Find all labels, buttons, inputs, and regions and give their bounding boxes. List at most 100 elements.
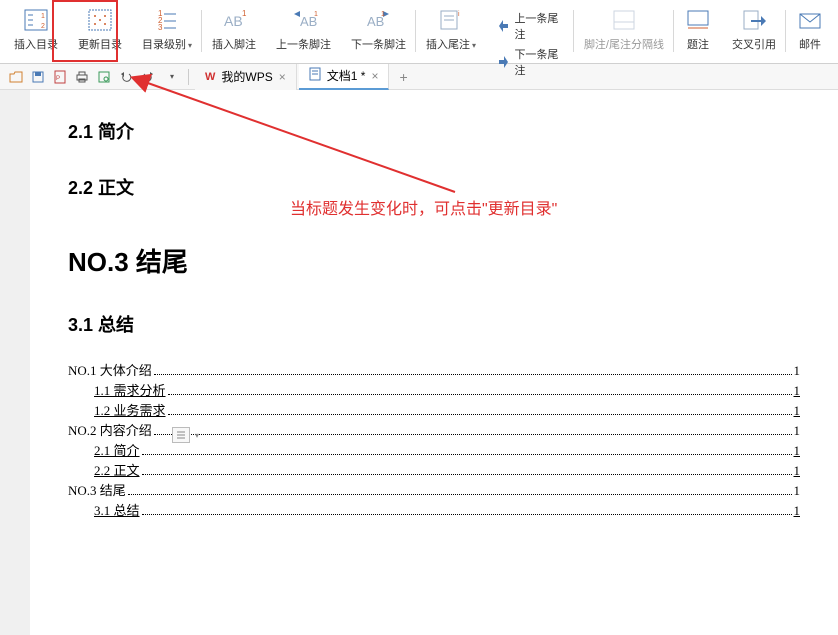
tab-doc1-label: 文档1 *	[327, 67, 366, 84]
ribbon-toolbar: 12 插入目录 更新目录 123 目录级别▾ AB1 插入脚注	[0, 0, 838, 64]
prev-footnote-icon: AB1	[290, 6, 318, 34]
toc-level-icon: 123	[153, 6, 181, 34]
mail-label: 邮件	[799, 36, 821, 52]
next-footnote-label: 下一条脚注	[351, 36, 406, 52]
open-icon[interactable]	[6, 67, 26, 87]
toc-leader	[168, 414, 792, 415]
caption-group: 题注	[674, 2, 722, 60]
toc-leader	[142, 454, 792, 455]
quick-access-bar: P ▾ W 我的WPS × 文档1 * × +	[0, 64, 838, 90]
toc-label: 2.1 简介	[94, 441, 140, 461]
toc-row[interactable]: 1.2 业务需求 1	[94, 401, 800, 421]
close-icon[interactable]: ×	[279, 70, 286, 84]
chevron-down-icon: ▾	[472, 41, 476, 50]
cross-ref-label: 交叉引用	[732, 36, 776, 52]
redo-icon[interactable]	[138, 67, 158, 87]
insert-endnote-button[interactable]: i 插入尾注▾	[422, 4, 480, 54]
sep-line-icon	[610, 6, 638, 34]
insert-footnote-label: 插入脚注	[212, 36, 256, 52]
toc-page: 1	[794, 461, 801, 481]
prev-footnote-button[interactable]: AB1 上一条脚注	[272, 4, 335, 54]
document-area: 2.1 简介 2.2 正文 NO.3 结尾 3.1 总结 NO.1 大体介绍11…	[30, 90, 838, 635]
toc-leader	[128, 494, 792, 495]
toc-row[interactable]: 2.2 正文 1	[94, 461, 800, 481]
tab-wps-label: 我的WPS	[221, 68, 272, 85]
prev-arrow-icon	[496, 18, 510, 34]
toc-row[interactable]: 3.1 总结1	[94, 501, 800, 521]
prev-endnote-button[interactable]: 上一条尾注	[492, 8, 568, 44]
svg-text:1: 1	[242, 9, 247, 18]
mail-group: 邮件	[786, 2, 834, 60]
toc-level-button[interactable]: 123 目录级别▾	[138, 4, 196, 54]
insert-footnote-button[interactable]: AB1 插入脚注	[208, 4, 260, 54]
sep-line-button: 脚注/尾注分隔线	[580, 4, 668, 54]
workspace: 2.1 简介 2.2 正文 NO.3 结尾 3.1 总结 NO.1 大体介绍11…	[0, 90, 838, 635]
toc-page: 1	[794, 441, 801, 461]
svg-text:1: 1	[381, 11, 385, 18]
toc-row[interactable]: 2.1 简介 1	[94, 441, 800, 461]
prev-footnote-group: AB1 上一条脚注	[266, 2, 341, 60]
next-footnote-group: AB1 下一条脚注	[341, 2, 416, 60]
close-icon[interactable]: ×	[371, 69, 378, 83]
toc-row[interactable]: 1.1 需求分析1	[94, 381, 800, 401]
endnote-nav-group: 上一条尾注 下一条尾注	[486, 2, 574, 60]
document-page[interactable]: 2.1 简介 2.2 正文 NO.3 结尾 3.1 总结 NO.1 大体介绍11…	[30, 90, 838, 635]
insert-endnote-icon: i	[437, 6, 465, 34]
toc-label: 1.2 业务需求	[94, 401, 166, 421]
print-icon[interactable]	[72, 67, 92, 87]
svg-text:1: 1	[314, 11, 318, 18]
update-toc-button[interactable]: 更新目录	[74, 4, 126, 54]
heading-3-1: 3.1 总结	[68, 311, 800, 337]
prev-endnote-label: 上一条尾注	[514, 10, 564, 42]
add-tab-button[interactable]: +	[391, 69, 415, 85]
mail-button[interactable]: 邮件	[792, 4, 828, 54]
qat-dropdown-icon[interactable]: ▾	[162, 67, 182, 87]
annotation-text: 当标题发生变化时，可点击"更新目录"	[290, 195, 557, 219]
next-footnote-icon: AB1	[365, 6, 393, 34]
tab-doc1[interactable]: 文档1 * ×	[299, 64, 390, 90]
update-toc-group: 更新目录	[68, 2, 132, 60]
insert-endnote-label: 插入尾注▾	[426, 36, 476, 52]
caption-icon	[684, 6, 712, 34]
toc-level-group: 123 目录级别▾	[132, 2, 202, 60]
toc-label: NO.3 结尾	[68, 481, 126, 501]
insert-toc-label: 插入目录	[14, 36, 58, 52]
toc-leader	[154, 374, 792, 375]
update-toc-icon	[86, 6, 114, 34]
preview-icon[interactable]	[94, 67, 114, 87]
sep-line-group: 脚注/尾注分隔线	[574, 2, 674, 60]
cross-ref-icon	[740, 6, 768, 34]
insert-footnote-group: AB1 插入脚注	[202, 2, 266, 60]
toc-label: 2.2 正文	[94, 461, 140, 481]
svg-text:3: 3	[158, 23, 163, 32]
caption-label: 题注	[687, 36, 709, 52]
caption-button[interactable]: 题注	[680, 4, 716, 54]
insert-toc-button[interactable]: 12 插入目录	[10, 4, 62, 54]
cross-ref-button[interactable]: 交叉引用	[728, 4, 780, 54]
toc-options-button[interactable]	[172, 427, 190, 443]
svg-text:i: i	[458, 11, 460, 18]
left-gutter	[0, 90, 30, 635]
save-icon[interactable]	[28, 67, 48, 87]
toc-row[interactable]: NO.3 结尾1	[68, 481, 800, 501]
endnote-stack: 上一条尾注 下一条尾注	[492, 8, 568, 80]
insert-toc-icon: 12	[22, 6, 50, 34]
toc-label: 3.1 总结	[94, 501, 140, 521]
pdf-icon[interactable]: P	[50, 67, 70, 87]
toc-label: NO.2 内容介绍	[68, 421, 152, 441]
toc-page: 1	[794, 401, 801, 421]
next-footnote-button[interactable]: AB1 下一条脚注	[347, 4, 410, 54]
next-endnote-button[interactable]: 下一条尾注	[492, 44, 568, 80]
separator	[188, 69, 189, 85]
svg-text:AB: AB	[224, 13, 243, 29]
toc-leader	[154, 434, 792, 435]
toc-page: 1	[794, 421, 801, 441]
toc-row[interactable]: NO.1 大体介绍1	[68, 361, 800, 381]
cross-ref-group: 交叉引用	[722, 2, 786, 60]
undo-icon[interactable]	[116, 67, 136, 87]
update-toc-label: 更新目录	[78, 36, 122, 52]
toc-page: 1	[794, 361, 801, 381]
tab-wps-home[interactable]: W 我的WPS ×	[195, 64, 297, 90]
svg-text:2: 2	[41, 23, 45, 30]
wps-logo-icon: W	[205, 71, 215, 83]
